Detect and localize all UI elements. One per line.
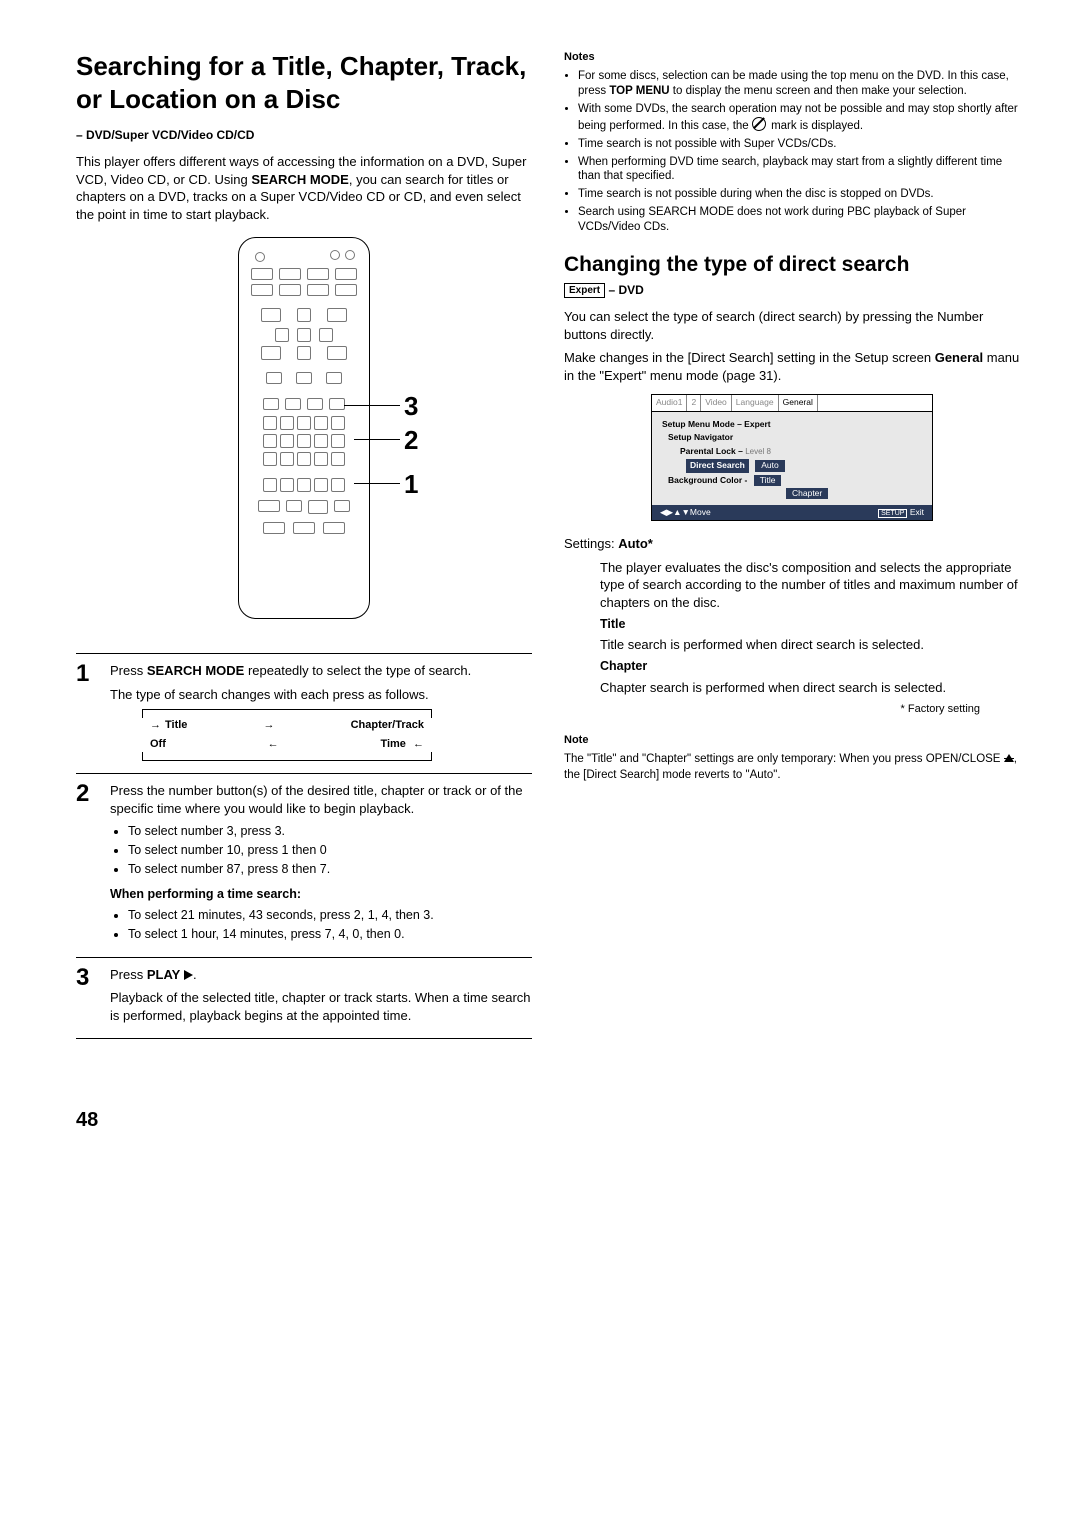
- expert-dvd-line: Expert – DVD: [564, 282, 1020, 299]
- remote-callout-2: 2: [404, 423, 418, 458]
- note-item: Time search is not possible with Super V…: [578, 137, 1020, 152]
- remote-callout-3: 3: [404, 389, 418, 424]
- page-number: 48: [76, 1107, 1020, 1134]
- search-cycle-diagram: Title → Chapter/Track Off ← Time: [142, 709, 432, 761]
- play-icon: [184, 970, 193, 980]
- intro-paragraph: This player offers different ways of acc…: [76, 153, 532, 223]
- settings-line: Settings: Auto*: [564, 535, 1020, 553]
- note-heading: Note: [564, 733, 1020, 748]
- disc-type-line: – DVD/Super VCD/Video CD/CD: [76, 127, 532, 143]
- prohibit-icon: [752, 117, 766, 131]
- note-item: Search using SEARCH MODE does not work d…: [578, 205, 1020, 235]
- factory-setting-note: * Factory setting: [564, 702, 980, 717]
- step-3: 3 Press PLAY . Playback of the selected …: [76, 966, 532, 1031]
- steps-list: 1 Press SEARCH MODE repeatedly to select…: [76, 653, 532, 1039]
- notes-heading: Notes: [564, 50, 1020, 65]
- note-body: The "Title" and "Chapter" settings are o…: [564, 752, 1020, 783]
- note-item: For some discs, selection can be made us…: [578, 69, 1020, 99]
- step-2: 2 Press the number button(s) of the desi…: [76, 782, 532, 948]
- step-1: 1 Press SEARCH MODE repeatedly to select…: [76, 662, 532, 765]
- note-item: With some DVDs, the search operation may…: [578, 102, 1020, 134]
- remote-illustration: 3 2 1: [76, 237, 532, 633]
- note-item: Time search is not possible during when …: [578, 187, 1020, 202]
- remote-callout-1: 1: [404, 467, 418, 502]
- left-column: Searching for a Title, Chapter, Track, o…: [76, 50, 532, 1047]
- note-item: When performing DVD time search, playbac…: [578, 155, 1020, 185]
- notes-list: For some discs, selection can be made us…: [564, 69, 1020, 235]
- section-heading: Changing the type of direct search: [564, 251, 1020, 279]
- setup-screen-illustration: Audio1 2 Video Language General Setup Me…: [564, 394, 1020, 521]
- page-title: Searching for a Title, Chapter, Track, o…: [76, 50, 532, 115]
- right-column: Notes For some discs, selection can be m…: [564, 50, 1020, 1047]
